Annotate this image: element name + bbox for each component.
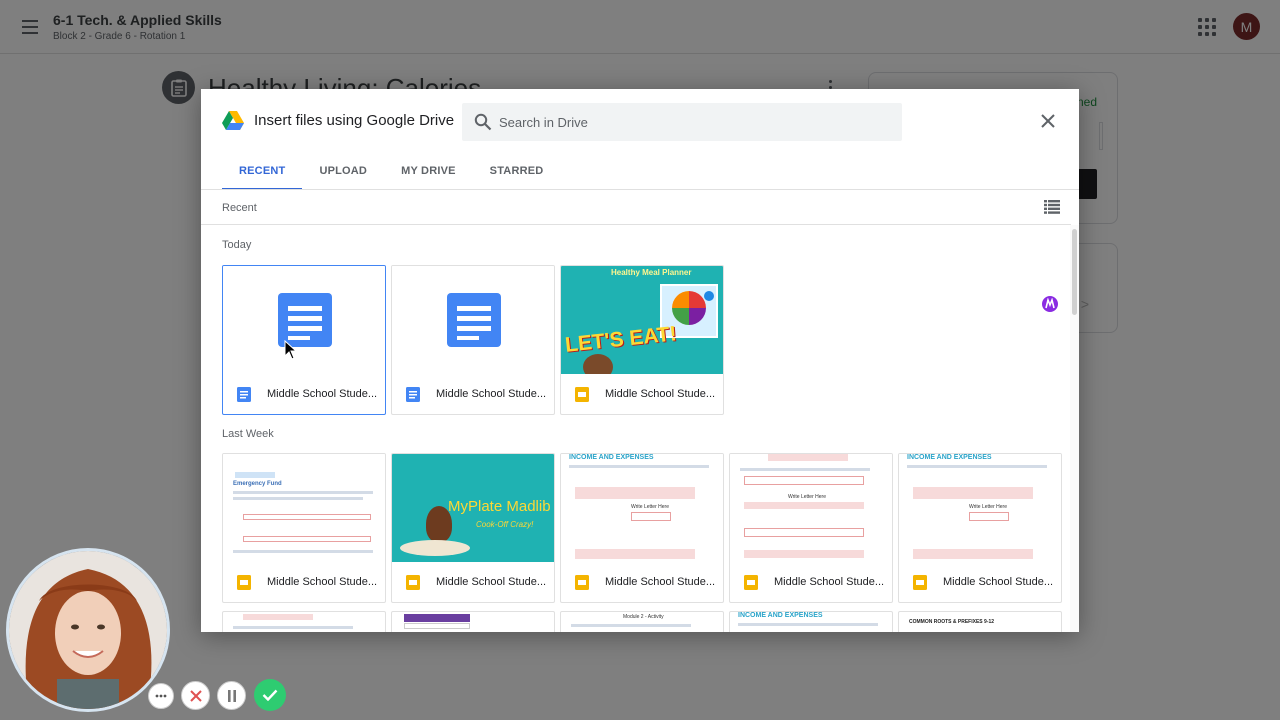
docs-icon (278, 293, 332, 347)
file-card[interactable]: Healthy Meal Planner LET'S EAT! Middle S… (560, 265, 724, 415)
file-thumbnail (223, 266, 385, 374)
file-name-row: Middle School Stude... (392, 374, 554, 414)
tab-my-drive[interactable]: MY DRIVE (384, 153, 473, 190)
docs-icon (406, 387, 420, 402)
view-label: Recent (222, 202, 257, 214)
file-name-row: Middle School Stude... (223, 374, 385, 414)
presenter-video (9, 551, 167, 709)
thumb-subheading: Cook-Off Crazy! (476, 520, 534, 529)
file-name-row: Middle School Stude... (392, 562, 554, 602)
slides-icon (913, 575, 927, 590)
drive-picker-dialog: Insert files using Google Drive RECENT U… (201, 89, 1079, 632)
thumb-note: Write Letter Here (788, 494, 826, 500)
file-name: Middle School Stude... (267, 576, 378, 588)
file-thumbnail: MyPlate Madlib Cook-Off Crazy! (392, 454, 554, 562)
section-today: Today (222, 239, 252, 251)
file-name: Middle School Stude... (774, 576, 885, 588)
character-image (583, 354, 613, 374)
file-name-row: Middle School Stude... (561, 374, 723, 414)
slides-icon (744, 575, 758, 590)
cancel-icon (189, 689, 202, 702)
check-icon (262, 689, 278, 701)
file-name: Middle School Stude... (436, 576, 547, 588)
file-card[interactable] (391, 611, 555, 632)
thumb-heading: INCOME AND EXPENSES (569, 454, 654, 461)
file-thumbnail: INCOME AND EXPENSES Write Letter Here (561, 454, 723, 562)
tab-upload[interactable]: UPLOAD (302, 153, 384, 190)
file-name: Middle School Stude... (943, 576, 1054, 588)
file-name: Middle School Stude... (267, 388, 378, 400)
file-card[interactable]: COMMON ROOTS & PREFIXES 9-12 (898, 611, 1062, 632)
file-thumbnail: INCOME AND EXPENSES Write Letter Here (899, 454, 1061, 562)
thumb-title: LET'S EAT! (564, 322, 678, 357)
file-name: Middle School Stude... (436, 388, 547, 400)
file-card[interactable]: Module 2 - Activity (560, 611, 724, 632)
file-thumbnail: Healthy Meal Planner LET'S EAT! (561, 266, 723, 374)
drive-search-box[interactable] (462, 103, 902, 141)
file-thumbnail: Write Letter Here (730, 454, 892, 562)
view-header: Recent (201, 190, 1071, 225)
file-card[interactable]: Middle School Stude... (222, 265, 386, 415)
slides-icon (237, 575, 251, 590)
slides-icon (575, 387, 589, 402)
slides-icon (406, 575, 420, 590)
docs-icon (447, 293, 501, 347)
docs-icon (237, 387, 251, 402)
file-name-row: Middle School Stude... (730, 562, 892, 602)
dialog-title: Insert files using Google Drive (254, 112, 455, 129)
section-last-week: Last Week (222, 428, 274, 440)
file-card[interactable]: Write Letter Here Middle School Stude... (729, 453, 893, 603)
thumb-heading: Module 2 - Activity (623, 614, 664, 620)
thumb-note: Write Letter Here (631, 504, 669, 510)
thumb-heading: Healthy Meal Planner (611, 268, 692, 277)
thumb-heading: INCOME AND EXPENSES (738, 612, 823, 619)
mouse-cursor-icon (284, 340, 298, 360)
more-dots-icon (155, 694, 167, 698)
file-card[interactable]: Emergency Fund Middle School Stude... (222, 453, 386, 603)
thumb-heading: MyPlate Madlib (448, 498, 551, 515)
character-image (426, 506, 452, 542)
file-name-row: Middle School Stude... (899, 562, 1061, 602)
file-card[interactable] (222, 611, 386, 632)
file-thumbnail: Emergency Fund (223, 454, 385, 562)
file-card[interactable]: INCOME AND EXPENSES Write Letter Here Mi… (898, 453, 1062, 603)
recorder-cancel-button[interactable] (181, 681, 210, 710)
file-card[interactable]: INCOME AND EXPENSES (729, 611, 893, 632)
scrollbar-thumb[interactable] (1072, 229, 1077, 315)
pause-icon (227, 689, 236, 702)
search-icon (474, 113, 492, 131)
search-input[interactable] (499, 103, 889, 141)
drive-logo-icon (222, 111, 244, 130)
file-name: Middle School Stude... (605, 576, 716, 588)
recorder-more-button[interactable] (148, 683, 174, 709)
tab-starred[interactable]: STARRED (473, 153, 561, 190)
thumb-heading: COMMON ROOTS & PREFIXES 9-12 (909, 619, 995, 625)
webcam-bubble[interactable] (6, 548, 170, 712)
thumb-heading: Emergency Fund (233, 481, 282, 487)
file-name-row: Middle School Stude... (561, 562, 723, 602)
drive-tabs: RECENT UPLOAD MY DRIVE STARRED (222, 153, 560, 190)
thumb-note: Write Letter Here (969, 504, 1007, 510)
close-icon[interactable] (1037, 110, 1059, 132)
file-name: Middle School Stude... (605, 388, 716, 400)
file-card[interactable]: INCOME AND EXPENSES Write Letter Here Mi… (560, 453, 724, 603)
recorder-finish-button[interactable] (254, 679, 286, 711)
list-view-icon[interactable] (1044, 200, 1060, 214)
recorder-pause-button[interactable] (217, 681, 246, 710)
tab-recent[interactable]: RECENT (222, 153, 303, 190)
file-thumbnail (392, 266, 554, 374)
file-name-row: Middle School Stude... (223, 562, 385, 602)
thumb-heading: INCOME AND EXPENSES (907, 454, 992, 461)
file-card[interactable]: Middle School Stude... (391, 265, 555, 415)
slides-icon (575, 575, 589, 590)
recorder-extension-icon[interactable] (1040, 294, 1060, 314)
file-card[interactable]: MyPlate Madlib Cook-Off Crazy! Middle Sc… (391, 453, 555, 603)
